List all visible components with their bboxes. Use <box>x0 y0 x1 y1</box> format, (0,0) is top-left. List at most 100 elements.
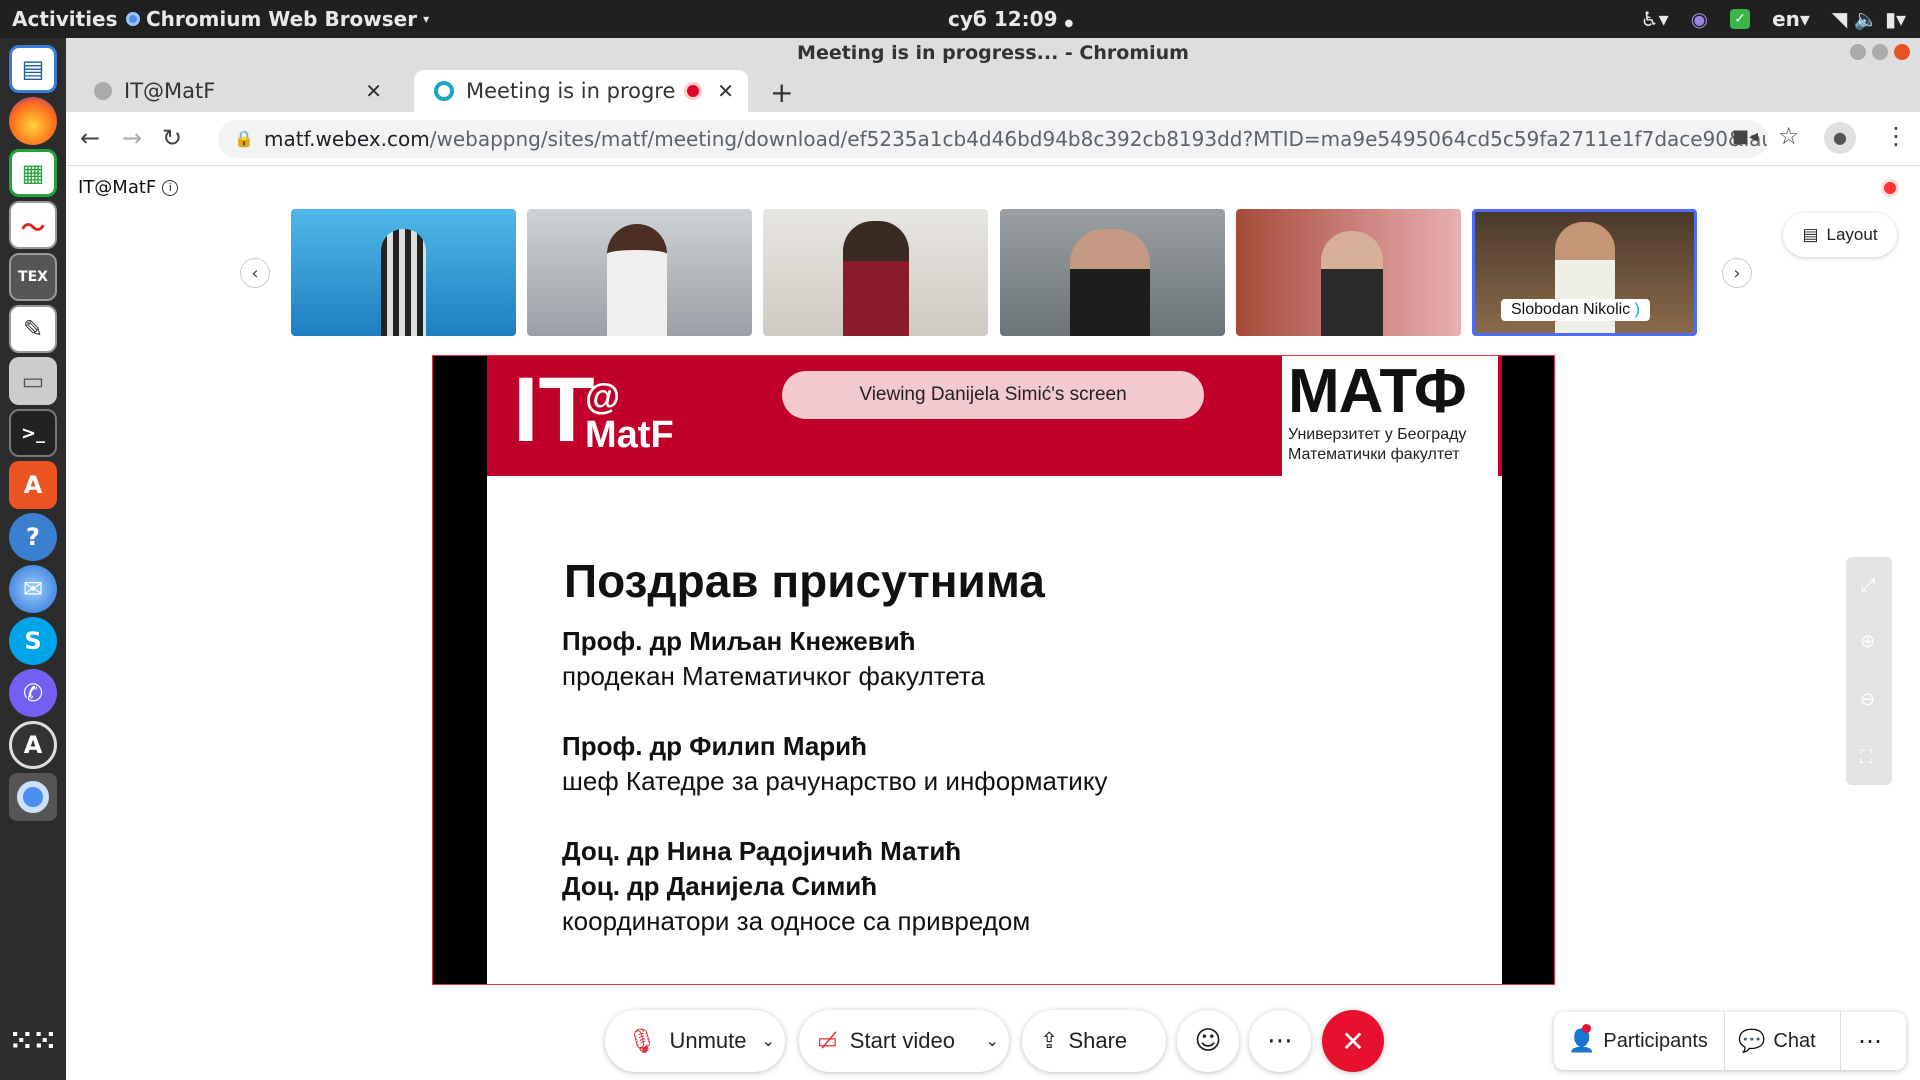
zoom-controls-panel: ⤢ ⊕ ⊖ ⛶ <box>1846 557 1892 785</box>
unmute-button[interactable]: 🎙 Unmute ⌄ <box>605 1010 785 1072</box>
back-icon[interactable]: ← <box>80 124 100 152</box>
person-role: продекан Математичког факултета <box>562 661 985 691</box>
profile-icon[interactable]: ● <box>1824 122 1856 154</box>
more-options-button[interactable]: ⋯ <box>1249 1010 1311 1072</box>
system-status-icons[interactable]: ◥ 🔈 ▮▾ <box>1832 7 1906 31</box>
active-speaker-video-tile[interactable]: Slobodan Nikolic ) <box>1472 209 1697 336</box>
chevron-down-icon[interactable]: ⌄ <box>762 1031 775 1051</box>
side-panel-controls: 👤 Participants 💬 Chat ⋯ <box>1554 1012 1906 1070</box>
texmaker-app-icon[interactable]: TEX <box>9 253 57 301</box>
new-tab-icon[interactable]: + <box>770 76 793 109</box>
file-manager-app-icon[interactable]: ▭ <box>9 357 57 405</box>
writer-app-icon[interactable]: ▤ <box>9 45 57 93</box>
app-menu[interactable]: Chromium Web Browser ▾ <box>126 7 429 31</box>
chat-bubble-icon: 💬 <box>1738 1028 1766 1053</box>
help-app-icon[interactable]: ? <box>9 513 57 561</box>
skype-app-icon[interactable]: S <box>9 617 57 665</box>
participants-label: Participants <box>1603 1029 1708 1052</box>
close-tab-icon[interactable]: ✕ <box>365 79 382 103</box>
software-center-app-icon[interactable]: A <box>9 461 57 509</box>
menu-kebab-icon[interactable]: ⋮ <box>1884 122 1908 150</box>
tab-label: Meeting is in progres <box>466 79 676 103</box>
system-tray[interactable]: ♿▾ ◉ ✓ en▾ ◥ 🔈 ▮▾ <box>1641 4 1906 34</box>
participant-video-tile[interactable] <box>763 209 988 336</box>
forward-icon[interactable]: → <box>122 124 142 152</box>
calc-app-icon[interactable]: ▦ <box>9 149 57 197</box>
leave-meeting-button[interactable]: ✕ <box>1322 1010 1384 1072</box>
fullscreen-icon[interactable]: ⤢ <box>1861 575 1875 596</box>
accessibility-icon[interactable]: ♿▾ <box>1641 7 1669 31</box>
chevron-down-icon[interactable]: ⌄ <box>986 1031 999 1051</box>
participants-button[interactable]: 👤 Participants <box>1568 1012 1708 1070</box>
recording-indicator-icon <box>1881 179 1899 197</box>
tab-itmatf[interactable]: IT@MatF ✕ <box>74 70 396 112</box>
university-name-line2: Математички факултет <box>1288 446 1460 463</box>
info-icon[interactable]: i <box>162 179 179 196</box>
wifi-icon: ◥ <box>1831 7 1848 31</box>
bookmark-star-icon[interactable]: ☆ <box>1778 122 1800 150</box>
firefox-app-icon[interactable] <box>9 97 57 145</box>
start-video-button[interactable]: ▭̸ Start video ⌄ <box>799 1010 1009 1072</box>
minimize-icon[interactable] <box>1850 44 1866 60</box>
thunderbird-app-icon[interactable]: ✉ <box>9 565 57 613</box>
participant-video-tile[interactable] <box>1000 209 1225 336</box>
url-bar[interactable]: 🔒 matf.webex.com/webappng/sites/matf/mee… <box>218 120 1768 158</box>
window-controls[interactable] <box>1850 44 1910 60</box>
more-panels-button[interactable]: ⋯ <box>1858 1012 1882 1070</box>
reload-icon[interactable]: ↻ <box>162 124 182 152</box>
participant-video-tile[interactable] <box>1236 209 1461 336</box>
divider <box>1724 1012 1725 1070</box>
globe-icon <box>94 82 112 100</box>
person-role: координатори за односе са привредом <box>562 906 1031 936</box>
person-name: Проф. др Миљан Кнежевић <box>562 626 916 656</box>
fit-screen-icon[interactable]: ⛶ <box>1860 747 1873 768</box>
zoom-in-icon[interactable]: ⊕ <box>1860 631 1875 652</box>
layout-icon: ▤ <box>1802 225 1819 244</box>
chat-button[interactable]: 💬 Chat <box>1738 1012 1816 1070</box>
participant-video-tile[interactable] <box>527 209 752 336</box>
activities-button[interactable]: Activities <box>12 7 118 31</box>
person-name: Доц. др Нина Радојичић Матић <box>562 836 962 866</box>
chromium-app-icon[interactable] <box>9 773 57 821</box>
volume-icon: 🔈 <box>1853 7 1879 31</box>
language-indicator[interactable]: en▾ <box>1772 7 1810 31</box>
text-editor-app-icon[interactable]: ✎ <box>9 305 57 353</box>
evince-app-icon[interactable]: 〜 <box>9 201 57 249</box>
filmstrip-next-button[interactable]: › <box>1722 258 1752 288</box>
logo-at-text: @ <box>585 376 621 417</box>
filmstrip-prev-button[interactable]: ‹ <box>240 258 270 288</box>
show-apps-grid-icon[interactable]: ⁙⁙ <box>9 1016 57 1064</box>
address-toolbar: ← → ↻ 🔒 matf.webex.com/webappng/sites/ma… <box>66 112 1920 166</box>
layout-button[interactable]: ▤ Layout <box>1783 213 1897 257</box>
share-icon: ⇪ <box>1040 1028 1059 1053</box>
zoom-out-icon[interactable]: ⊖ <box>1860 689 1875 710</box>
close-window-icon[interactable] <box>1894 44 1910 60</box>
maximize-icon[interactable] <box>1872 44 1888 60</box>
reactions-button[interactable]: ☺ <box>1177 1010 1239 1072</box>
unmute-label: Unmute <box>669 1028 747 1053</box>
app-menu-label: Chromium Web Browser <box>146 7 418 31</box>
slide-header-banner: IT @ MatF Viewing Danijela Simić's scree… <box>487 356 1502 476</box>
more-horizontal-icon: ⋯ <box>1858 1027 1882 1055</box>
tab-meeting[interactable]: Meeting is in progres ✕ <box>414 70 748 112</box>
updater-app-icon[interactable]: A <box>9 721 57 769</box>
viewing-screen-banner: Viewing Danijela Simić's screen <box>782 371 1204 419</box>
camera-icon[interactable]: ■◂ <box>1732 126 1758 147</box>
clock[interactable]: суб 12:09 ● <box>948 7 1073 31</box>
shield-check-icon[interactable]: ✓ <box>1730 9 1751 29</box>
divider <box>1840 1012 1841 1070</box>
meeting-info[interactable]: IT@MatF i <box>78 177 179 198</box>
more-horizontal-icon: ⋯ <box>1267 1026 1293 1056</box>
clock-label: суб 12:09 <box>948 7 1058 31</box>
share-button[interactable]: ⇪ Share <box>1022 1010 1166 1072</box>
person-role: шеф Катедре за рачунарство и информатику <box>562 766 1108 796</box>
viber-tray-icon[interactable]: ◉ <box>1691 7 1708 31</box>
chevron-down-icon: ▾ <box>423 12 430 26</box>
participant-video-tile[interactable] <box>291 209 516 336</box>
meeting-name: IT@MatF <box>78 177 157 198</box>
viber-app-icon[interactable]: ✆ <box>9 669 57 717</box>
logo-matf-text: MatF <box>585 414 674 456</box>
close-tab-icon[interactable]: ✕ <box>717 79 734 103</box>
shared-screen[interactable]: IT @ MatF Viewing Danijela Simić's scree… <box>432 355 1555 985</box>
terminal-app-icon[interactable]: >_ <box>9 409 57 457</box>
